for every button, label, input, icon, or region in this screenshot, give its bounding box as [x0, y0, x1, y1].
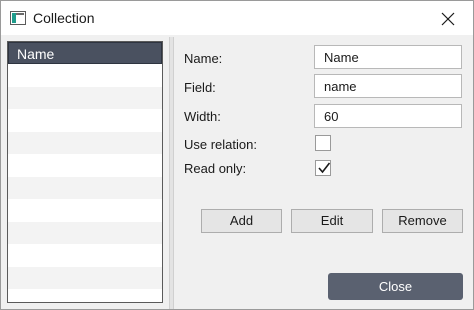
use-relation-checkbox[interactable] [315, 135, 331, 151]
read-only-label: Read only: [184, 161, 247, 176]
name-label: Name: [184, 51, 223, 66]
column-list[interactable]: Name [7, 41, 163, 303]
window-title: Collection [33, 10, 95, 26]
close-button[interactable]: Close [328, 273, 463, 300]
checkmark-icon [318, 162, 331, 174]
list-item[interactable] [8, 199, 162, 222]
list-item[interactable] [8, 266, 162, 289]
width-field[interactable]: 60 [314, 104, 462, 128]
use-relation-label: Use relation: [184, 137, 257, 152]
list-item[interactable] [8, 131, 162, 154]
list-item[interactable] [8, 109, 162, 132]
splitter-handle[interactable] [169, 37, 174, 309]
list-item[interactable] [8, 86, 162, 109]
close-icon[interactable] [437, 8, 459, 30]
list-item[interactable] [8, 176, 162, 199]
title-bar: Collection [1, 1, 473, 35]
name-field[interactable]: Name [314, 45, 462, 69]
list-item[interactable] [8, 154, 162, 177]
app-window-icon [10, 11, 26, 25]
list-item-selected[interactable]: Name [8, 42, 162, 64]
width-label: Width: [184, 109, 221, 124]
collection-window: Collection Name Name: Name Field: name W… [0, 0, 474, 310]
list-item[interactable] [8, 289, 162, 302]
remove-button[interactable]: Remove [382, 209, 463, 233]
field-label: Field: [184, 80, 216, 95]
read-only-checkbox[interactable] [315, 160, 331, 176]
list-item[interactable] [8, 64, 162, 87]
list-item[interactable] [8, 221, 162, 244]
field-field[interactable]: name [314, 74, 462, 98]
add-button[interactable]: Add [201, 209, 282, 233]
edit-button[interactable]: Edit [291, 209, 373, 233]
list-item[interactable] [8, 244, 162, 267]
